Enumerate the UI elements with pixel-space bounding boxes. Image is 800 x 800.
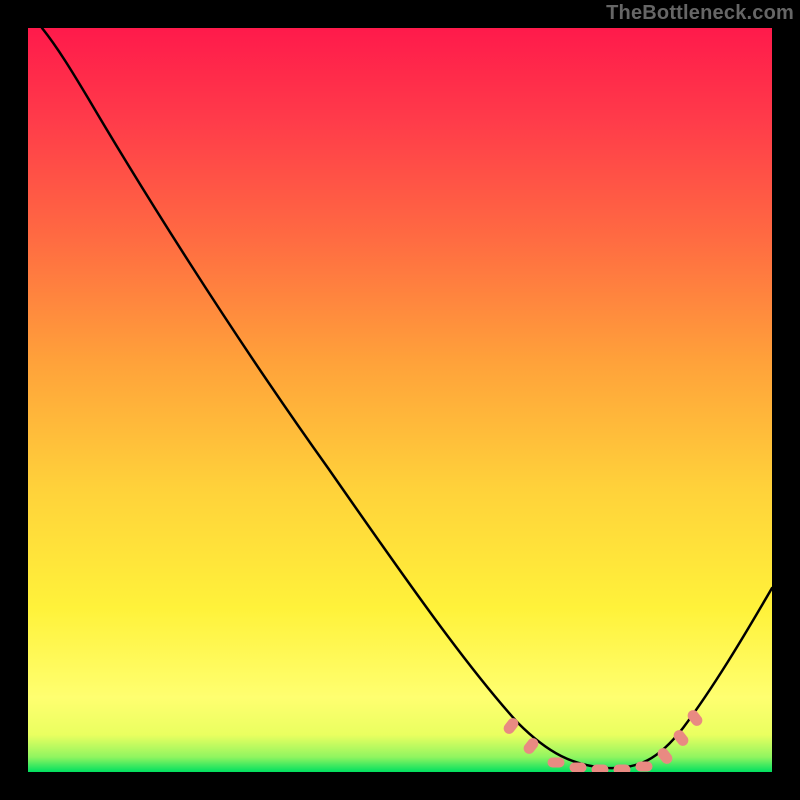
chart-svg bbox=[28, 28, 772, 772]
gradient-background bbox=[28, 28, 772, 772]
plot-area bbox=[28, 28, 772, 772]
chart-frame: TheBottleneck.com bbox=[0, 0, 800, 800]
marker-dot bbox=[636, 762, 652, 771]
marker-dot bbox=[548, 758, 564, 767]
marker-dot bbox=[592, 765, 608, 772]
marker-dot bbox=[614, 765, 630, 772]
watermark-text: TheBottleneck.com bbox=[606, 2, 794, 25]
marker-dot bbox=[570, 763, 586, 772]
